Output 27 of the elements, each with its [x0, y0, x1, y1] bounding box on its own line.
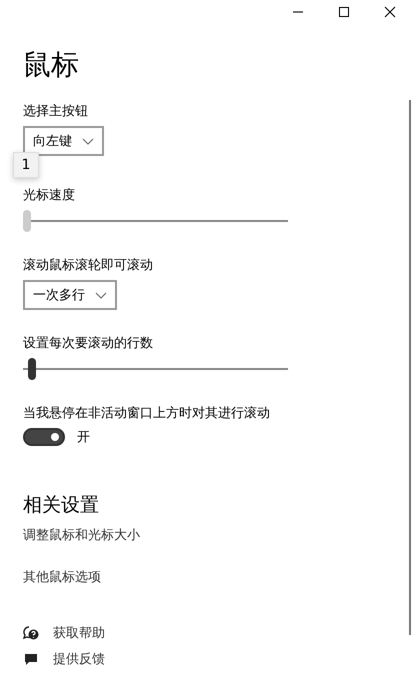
help-icon	[23, 626, 39, 640]
slider-tooltip: 1	[13, 152, 39, 178]
settings-link[interactable]: 其他鼠标选项	[23, 568, 101, 586]
chevron-icon	[95, 292, 107, 298]
section-heading: 相关设置	[23, 493, 99, 518]
slider-thumb[interactable]	[23, 210, 31, 232]
feedback-icon	[23, 652, 39, 666]
slider[interactable]	[23, 210, 288, 232]
help-link[interactable]: 提供反馈	[53, 650, 105, 668]
scrollbar[interactable]	[409, 100, 411, 635]
setting-label: 光标速度	[23, 187, 75, 204]
slider[interactable]	[23, 358, 288, 380]
chevron-icon	[82, 138, 94, 144]
settings-link[interactable]: 调整鼠标和光标大小	[23, 526, 140, 544]
toggle-switch[interactable]	[23, 428, 65, 446]
setting-label: 设置每次要滚动的行数	[23, 335, 153, 352]
setting-label: 当我悬停在非活动窗口上方时对其进行滚动	[23, 405, 270, 422]
toggle-state: 开	[77, 429, 90, 446]
close-icon	[384, 6, 396, 18]
dropdown[interactable]: 向左键	[23, 126, 104, 156]
dropdown[interactable]: 一次多行	[23, 280, 117, 310]
setting-label: 滚动鼠标滚轮即可滚动	[23, 257, 153, 274]
page-title: 鼠标	[23, 47, 79, 83]
slider-thumb[interactable]	[28, 358, 36, 380]
setting-label: 选择主按钮	[23, 103, 88, 120]
maximize-icon	[338, 6, 350, 18]
help-link[interactable]: 获取帮助	[53, 624, 105, 642]
